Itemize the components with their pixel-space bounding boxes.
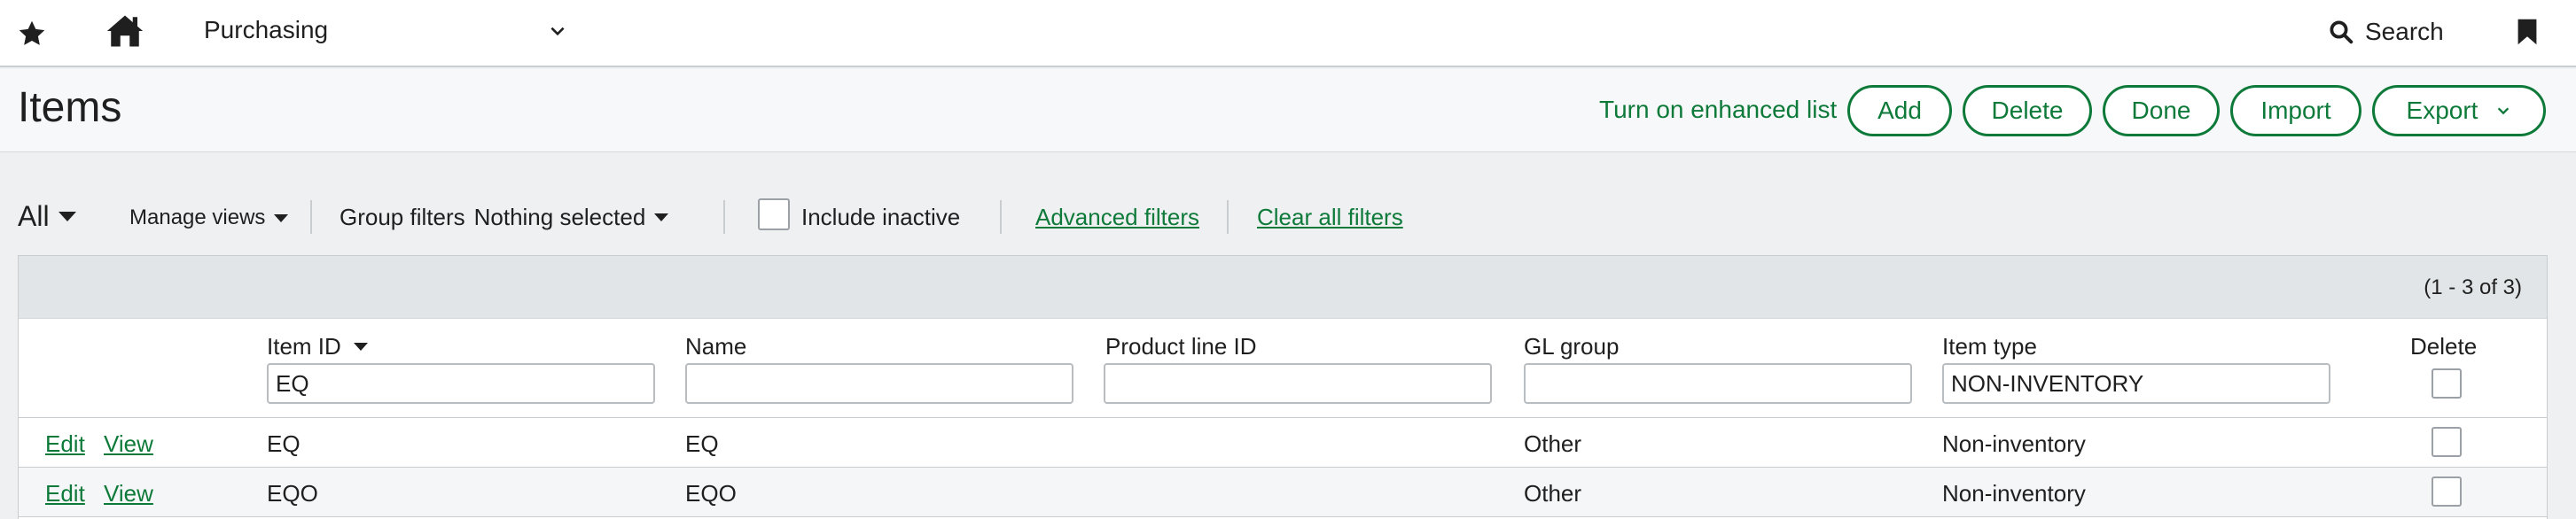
group-filters-label: Group filters — [340, 204, 465, 230]
caret-down-icon — [654, 213, 669, 221]
done-button[interactable]: Done — [2103, 85, 2220, 136]
advanced-filters-link[interactable]: Advanced filters — [1035, 204, 1199, 231]
bookmark-icon[interactable] — [2516, 18, 2539, 46]
column-header-item-type[interactable]: Item type — [1942, 333, 2037, 360]
star-icon[interactable] — [16, 18, 48, 50]
include-inactive-label: Include inactive — [801, 204, 961, 230]
sort-desc-icon — [353, 343, 368, 351]
item-type-cell: Non-inventory — [1942, 480, 2086, 507]
record-count: (1 - 3 of 3) — [2424, 275, 2522, 299]
group-filters: Group filters Nothing selected — [340, 204, 669, 231]
item-id-cell: EQO — [267, 480, 318, 507]
item-type-filter-input[interactable] — [1942, 363, 2330, 404]
export-button[interactable]: Export — [2372, 85, 2546, 136]
caret-down-icon — [274, 213, 289, 222]
column-header-name[interactable]: Name — [685, 333, 746, 360]
divider — [723, 200, 725, 234]
name-filter-input[interactable] — [685, 363, 1073, 404]
home-icon[interactable] — [105, 12, 145, 50]
column-label: Item ID — [267, 333, 341, 360]
column-header-product-line-id[interactable]: Product line ID — [1105, 333, 1257, 360]
table-toolbar: (1 - 3 of 3) — [19, 255, 2547, 319]
table-row: Edit View EQO EQO Other Non-inventory — [19, 468, 2547, 517]
clear-all-filters-link[interactable]: Clear all filters — [1257, 204, 1403, 231]
item-id-filter-input[interactable] — [267, 363, 655, 404]
items-table: (1 - 3 of 3) Item ID Name Product line I… — [18, 255, 2548, 519]
view-link[interactable]: View — [104, 430, 153, 458]
column-header-gl-group[interactable]: GL group — [1524, 333, 1619, 360]
item-id-cell: EQ — [267, 430, 301, 457]
gl-group-cell: Other — [1524, 430, 1582, 457]
divider — [1227, 200, 1229, 234]
name-cell: EQ — [685, 430, 719, 457]
page-title: Items — [18, 84, 122, 131]
table-header: Item ID Name Product line ID GL group It… — [19, 319, 2547, 418]
view-label: All — [18, 200, 50, 232]
product-line-id-filter-input[interactable] — [1104, 363, 1492, 404]
add-button[interactable]: Add — [1847, 85, 1952, 136]
table-row: Edit View EQ EQ Other Non-inventory — [19, 418, 2547, 468]
divider — [1000, 200, 1002, 234]
search-icon — [2330, 20, 2354, 44]
divider — [310, 200, 312, 234]
app-selector[interactable]: Purchasing — [204, 16, 328, 44]
export-label: Export — [2406, 97, 2478, 124]
view-selector[interactable]: All — [18, 200, 76, 233]
chevron-down-icon — [2498, 107, 2510, 115]
group-filters-value: Nothing selected — [473, 204, 646, 230]
edit-link[interactable]: Edit — [45, 480, 85, 507]
enhanced-list-link[interactable]: Turn on enhanced list — [1599, 96, 1837, 124]
column-header-item-id[interactable]: Item ID — [267, 333, 368, 360]
search-label: Search — [2365, 18, 2444, 45]
delete-checkbox[interactable] — [2432, 476, 2462, 507]
import-button[interactable]: Import — [2230, 85, 2361, 136]
gl-group-cell: Other — [1524, 480, 1582, 507]
view-link[interactable]: View — [104, 480, 153, 507]
column-header-delete: Delete — [2410, 333, 2478, 360]
search-button[interactable]: Search — [2328, 16, 2444, 48]
caret-down-icon — [58, 212, 76, 221]
group-filters-dropdown[interactable]: Nothing selected — [474, 204, 669, 231]
name-cell: EQO — [685, 480, 737, 507]
manage-views-label: Manage views — [129, 205, 266, 229]
edit-link[interactable]: Edit — [45, 430, 85, 458]
gl-group-filter-input[interactable] — [1524, 363, 1912, 404]
manage-views-dropdown[interactable]: Manage views — [129, 205, 289, 230]
top-navigation-bar: Purchasing Search — [0, 0, 2576, 67]
delete-checkbox[interactable] — [2432, 427, 2462, 457]
page-header: Items Turn on enhanced list Add Delete D… — [0, 69, 2576, 152]
chevron-down-icon[interactable] — [548, 21, 567, 41]
item-type-cell: Non-inventory — [1942, 430, 2086, 457]
filter-bar: All Manage views Group filters Nothing s… — [0, 186, 2576, 244]
select-all-delete-checkbox[interactable] — [2432, 368, 2462, 399]
delete-button[interactable]: Delete — [1963, 85, 2092, 136]
include-inactive-checkbox[interactable] — [758, 198, 790, 230]
